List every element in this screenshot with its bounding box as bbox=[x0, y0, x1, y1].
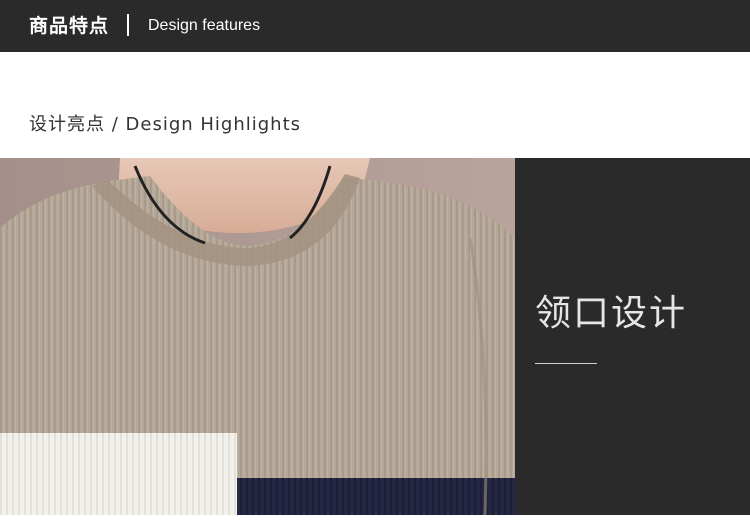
feature-divider bbox=[535, 363, 597, 364]
bottom-strip bbox=[0, 515, 750, 521]
feature-title: 领口设计 bbox=[535, 293, 688, 334]
sweater-collar-photo-icon bbox=[0, 158, 515, 515]
header-title-cn: 商品特点 bbox=[29, 15, 110, 37]
header-separator bbox=[127, 14, 129, 36]
header-title-en: Design features bbox=[148, 17, 261, 34]
section-subtitle: 设计亮点 / Design Highlights bbox=[29, 114, 302, 135]
header-bar: 商品特点 Design features bbox=[0, 0, 750, 52]
product-photo bbox=[0, 158, 515, 515]
